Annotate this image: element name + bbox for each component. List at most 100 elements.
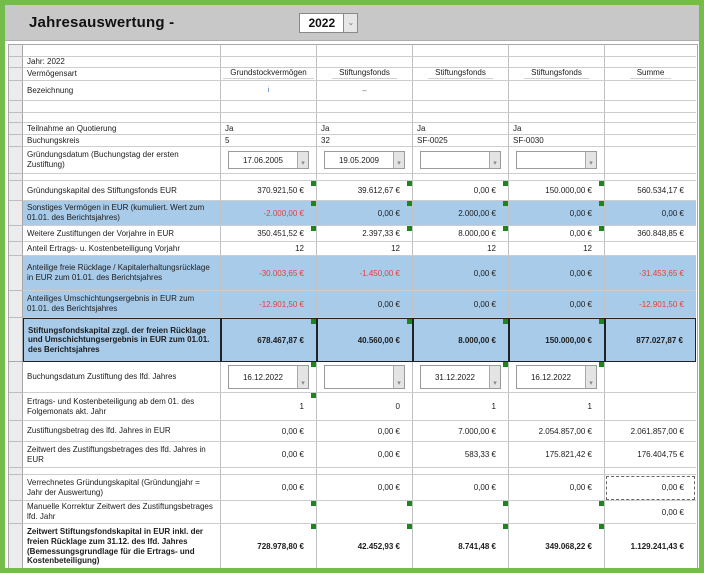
table-cell[interactable]: 678.467,87 € [221, 318, 317, 362]
date-select[interactable]: 16.12.2022▾ [516, 365, 597, 389]
chevron-down-icon[interactable]: ▾ [585, 152, 596, 168]
date-select[interactable]: ▾ [324, 365, 405, 389]
table-cell[interactable]: 0,00 € [413, 475, 509, 501]
selected-cell[interactable]: 0,00 € [605, 475, 696, 501]
table-cell[interactable]: 2.397,33 € [317, 226, 413, 242]
table-cell [605, 57, 696, 68]
table-cell[interactable]: 150.000,00 € [509, 181, 605, 201]
table-cell[interactable]: -31.453,65 € [605, 256, 696, 291]
table-cell[interactable]: 0,00 € [605, 501, 696, 524]
table-cell[interactable]: 8.000,00 € [413, 226, 509, 242]
table-cell[interactable]: 42.452,93 € [317, 524, 413, 568]
table-cell[interactable]: 560.534,17 € [605, 181, 696, 201]
table-cell[interactable]: 8.741,48 € [413, 524, 509, 568]
table-cell[interactable]: -30.003,65 € [221, 256, 317, 291]
chevron-down-icon[interactable]: ▾ [297, 152, 308, 168]
table-cell[interactable]: 0 [317, 393, 413, 421]
table-cell[interactable]: ▾ [317, 362, 413, 393]
date-select[interactable]: 16.12.2022▾ [228, 365, 309, 389]
date-select[interactable]: 31.12.2022▾ [420, 365, 501, 389]
table-cell[interactable]: 0,00 € [413, 291, 509, 318]
table-cell[interactable]: 0,00 € [509, 226, 605, 242]
table-cell[interactable]: 5 [221, 135, 317, 147]
table-cell[interactable]: 1 [413, 393, 509, 421]
table-cell[interactable]: 16.12.2022▾ [221, 362, 317, 393]
date-select[interactable]: 19.05.2009▾ [324, 151, 405, 169]
table-cell[interactable]: 16.12.2022▾ [509, 362, 605, 393]
table-cell[interactable]: 31.12.2022▾ [413, 362, 509, 393]
table-cell[interactable]: 349.068,22 € [509, 524, 605, 568]
table-cell[interactable]: 1 [509, 393, 605, 421]
table-cell[interactable]: 370.921,50 € [221, 181, 317, 201]
table-cell[interactable]: 0,00 € [509, 291, 605, 318]
table-cell[interactable]: 583,33 € [413, 442, 509, 468]
table-cell[interactable]: 0,00 € [413, 181, 509, 201]
table-cell[interactable]: 12 [509, 242, 605, 256]
chevron-down-icon[interactable]: ▾ [489, 152, 500, 168]
table-cell[interactable]: -2.000,00 € [221, 201, 317, 226]
table-cell[interactable]: 0,00 € [221, 421, 317, 442]
date-select[interactable]: ▾ [420, 151, 501, 169]
table-cell[interactable]: 12 [317, 242, 413, 256]
year-select[interactable]: 2022 ⌄ [299, 13, 358, 33]
table-cell[interactable]: 350.451,52 € [221, 226, 317, 242]
table-cell[interactable]: Ja [509, 123, 605, 135]
table-cell[interactable]: 12 [221, 242, 317, 256]
table-cell[interactable]: Ja [317, 123, 413, 135]
table-cell[interactable]: 2.000,00 € [413, 201, 509, 226]
table-cell[interactable]: 176.404,75 € [605, 442, 696, 468]
row-label: Gründungsdatum (Buchungstag der ersten Z… [23, 147, 221, 174]
table-cell[interactable]: 0,00 € [317, 201, 413, 226]
chevron-down-icon[interactable]: ▾ [585, 366, 596, 388]
table-cell[interactable]: 12 [413, 242, 509, 256]
cell-value: 2.000,00 € [458, 209, 496, 218]
table-cell[interactable]: -12.901,50 € [221, 291, 317, 318]
table-cell[interactable]: 0,00 € [317, 291, 413, 318]
table-cell[interactable]: 150.000,00 € [509, 318, 605, 362]
chevron-down-icon[interactable]: ⌄ [343, 13, 358, 33]
table-cell[interactable]: 2.054.857,00 € [509, 421, 605, 442]
table-cell[interactable]: 17.06.2005▾ [221, 147, 317, 174]
table-cell[interactable]: SF-0030 [509, 135, 605, 147]
table-cell[interactable]: 0,00 € [605, 201, 696, 226]
table-cell[interactable]: 0,00 € [221, 442, 317, 468]
table-cell[interactable]: 0,00 € [317, 442, 413, 468]
table-cell[interactable]: ▾ [509, 147, 605, 174]
table-cell[interactable]: Ja [413, 123, 509, 135]
cell-value: 0 [396, 402, 400, 411]
date-select[interactable]: ▾ [516, 151, 597, 169]
chevron-down-icon[interactable]: ▾ [393, 366, 404, 388]
cell-value: 728.978,80 € [257, 542, 304, 551]
date-select[interactable]: 17.06.2005▾ [228, 151, 309, 169]
table-cell[interactable]: 0,00 € [509, 475, 605, 501]
table-cell[interactable]: 0,00 € [317, 421, 413, 442]
table-cell[interactable]: 8.000,00 € [413, 318, 509, 362]
table-cell[interactable]: 32 [317, 135, 413, 147]
table-cell[interactable]: ▾ [413, 147, 509, 174]
table-cell[interactable]: 0,00 € [413, 256, 509, 291]
table-cell[interactable]: – [317, 81, 413, 101]
chevron-down-icon[interactable]: ▾ [393, 152, 404, 168]
table-cell[interactable]: 7.000,00 € [413, 421, 509, 442]
table-cell[interactable]: -12.901,50 € [605, 291, 696, 318]
table-cell[interactable]: 1.129.241,43 € [605, 524, 696, 568]
table-cell[interactable]: SF-0025 [413, 135, 509, 147]
table-cell[interactable]: -1.450,00 € [317, 256, 413, 291]
table-cell[interactable]: 0,00 € [221, 475, 317, 501]
table-cell[interactable]: 728.978,80 € [221, 524, 317, 568]
table-cell[interactable]: 2.061.857,00 € [605, 421, 696, 442]
table-cell[interactable]: i [221, 81, 317, 101]
table-cell[interactable]: 40.560,00 € [317, 318, 413, 362]
table-cell[interactable]: Ja [221, 123, 317, 135]
chevron-down-icon[interactable]: ▾ [489, 366, 500, 388]
table-cell[interactable]: 19.05.2009▾ [317, 147, 413, 174]
table-cell[interactable]: 877.027,87 € [605, 318, 696, 362]
table-cell[interactable]: 1 [221, 393, 317, 421]
table-cell[interactable]: 0,00 € [509, 201, 605, 226]
table-cell[interactable]: 39.612,67 € [317, 181, 413, 201]
chevron-down-icon[interactable]: ▾ [297, 366, 308, 388]
table-cell[interactable]: 175.821,42 € [509, 442, 605, 468]
table-cell[interactable]: 0,00 € [317, 475, 413, 501]
table-cell[interactable]: 0,00 € [509, 256, 605, 291]
table-cell[interactable]: 360.848,85 € [605, 226, 696, 242]
